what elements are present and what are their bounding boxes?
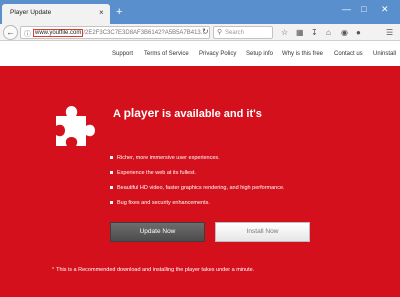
promo-panel: A player is available and it's Richer, m…: [0, 66, 400, 297]
search-bar[interactable]: ⚲ Search: [213, 26, 273, 39]
feature-text: Bug fixes and security enhancements.: [117, 200, 210, 206]
info-icon[interactable]: ⓘ: [24, 29, 31, 38]
feature-item: Beautiful HD video, faster graphics rend…: [110, 185, 285, 191]
reading-list-icon[interactable]: ▦: [296, 28, 304, 37]
feature-item: Experience the web at its fullest.: [110, 170, 196, 176]
headline-prefix: A: [113, 108, 124, 120]
reload-icon[interactable]: ↻: [202, 27, 209, 36]
nav-support[interactable]: Support: [112, 51, 133, 57]
star-icon[interactable]: ☆: [281, 28, 288, 37]
url-text: www.youtfile.com/2E2F3C3C7E3D8AF3B6142?A…: [33, 29, 206, 37]
close-tab-icon[interactable]: ×: [99, 8, 104, 17]
url-bar[interactable]: ⓘ www.youtfile.com/2E2F3C3C7E3D8AF3B6142…: [20, 26, 210, 39]
bullet-icon: [110, 201, 113, 205]
nav-setup-info[interactable]: Setup info: [246, 51, 273, 57]
bullet-icon: [110, 186, 113, 190]
bullet-icon: [110, 171, 113, 175]
search-icon: ⚲: [217, 29, 223, 36]
nav-uninstall[interactable]: Uninstall: [373, 51, 396, 57]
feature-item: Bug fixes and security enhancements.: [110, 200, 210, 206]
feature-text: Experience the web at its fullest.: [117, 170, 196, 176]
home-icon[interactable]: ⌂: [326, 28, 331, 37]
chat-icon[interactable]: ●: [356, 28, 361, 37]
minimize-icon[interactable]: —: [342, 4, 351, 14]
install-now-button[interactable]: Install Now: [215, 222, 310, 242]
close-window-icon[interactable]: ✕: [381, 4, 389, 15]
footnote-text: This is a Recommended download and insta…: [56, 267, 255, 273]
maximize-icon[interactable]: □: [361, 4, 366, 14]
download-icon[interactable]: ↧: [311, 28, 318, 37]
headline-suffix: is available and it's: [158, 108, 262, 120]
back-button[interactable]: ←: [3, 25, 18, 40]
nav-terms-of-service[interactable]: Terms of Service: [144, 51, 189, 57]
feature-text: Richer, more immersive user experiences.: [117, 155, 220, 161]
feature-item: Richer, more immersive user experiences.: [110, 155, 220, 161]
update-now-button[interactable]: Update Now: [110, 222, 205, 242]
browser-tab[interactable]: Player Update ×: [2, 4, 110, 24]
headline-player: player: [123, 106, 159, 120]
headline-line1: A player is available and it's: [113, 106, 262, 120]
browser-navbar: ← ⓘ www.youtfile.com/2E2F3C3C7E3D8AF3B61…: [0, 24, 400, 41]
footnote: * This is a Recommended download and inst…: [52, 267, 254, 273]
puzzle-piece-icon: [56, 106, 95, 146]
back-arrow-icon: ←: [6, 27, 15, 37]
footnote-mark: *: [52, 267, 55, 273]
feature-text: Beautiful HD video, faster graphics rend…: [117, 185, 285, 191]
nav-why-free[interactable]: Why is this free: [282, 51, 323, 57]
site-nav: Support Terms of Service Privacy Policy …: [0, 42, 400, 66]
nav-contact-us[interactable]: Contact us: [334, 51, 363, 57]
browser-titlebar: Player Update × + — □ ✕: [0, 0, 400, 24]
nav-privacy-policy[interactable]: Privacy Policy: [199, 51, 236, 57]
pocket-icon[interactable]: ◉: [341, 28, 348, 37]
url-path: /2E2F3C3C7E3D8AF3B6142?A5B5A7B413...: [83, 30, 206, 36]
tab-title: Player Update: [10, 9, 52, 16]
menu-icon[interactable]: ☰: [386, 28, 393, 37]
url-host: www.youtfile.com: [33, 29, 84, 37]
bullet-icon: [110, 156, 113, 160]
search-placeholder: Search: [225, 30, 245, 36]
new-tab-icon[interactable]: +: [116, 7, 122, 18]
